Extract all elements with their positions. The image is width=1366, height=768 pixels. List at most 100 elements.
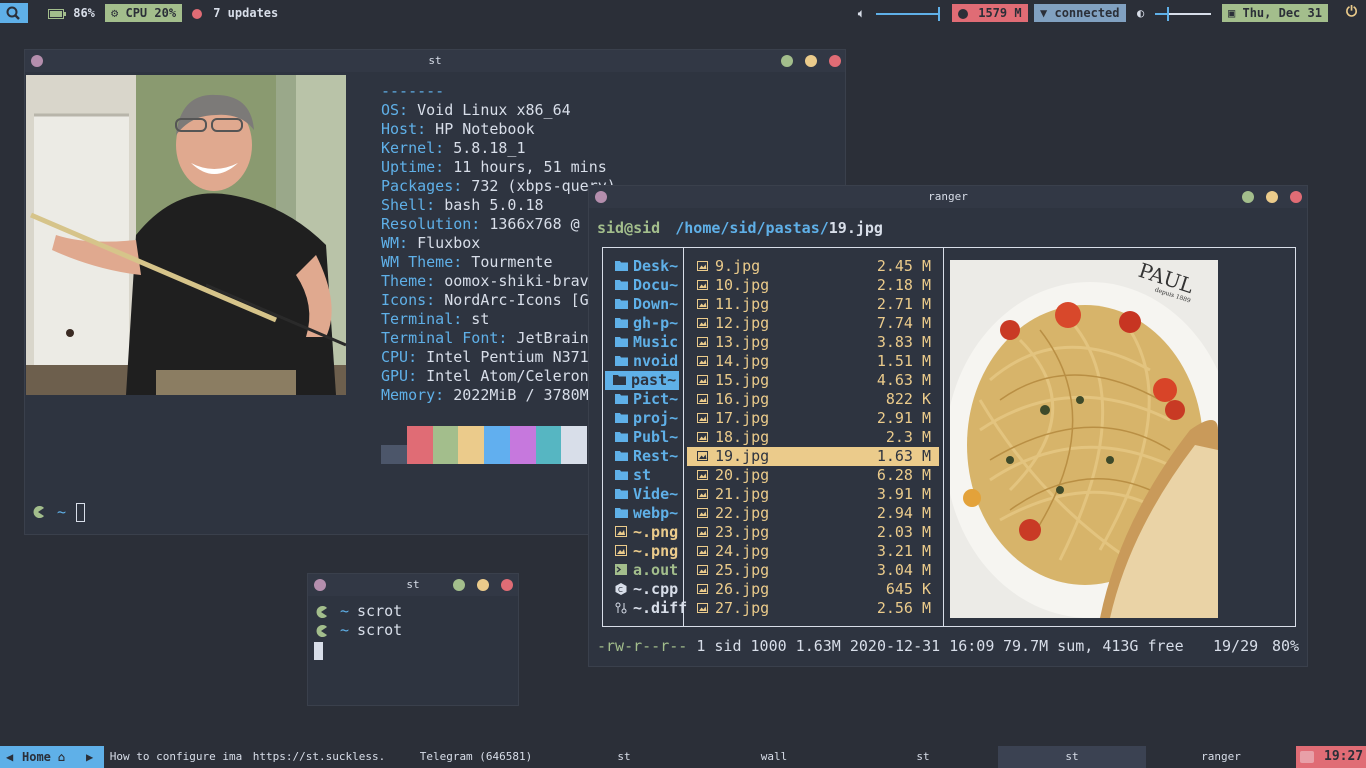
directory-item[interactable]: C ~.cpp xyxy=(607,580,679,599)
search-button[interactable] xyxy=(0,3,28,23)
file-item[interactable]: 19.jpg 1.63 M xyxy=(687,447,939,466)
date-indicator[interactable]: ▣ Thu, Dec 31 xyxy=(1222,4,1328,22)
minimize-button[interactable] xyxy=(1266,191,1278,203)
directory-item[interactable]: Desk~ xyxy=(607,257,679,276)
file-item[interactable]: 16.jpg 822 K xyxy=(687,390,939,409)
directory-item[interactable]: nvoid xyxy=(607,352,679,371)
directory-item[interactable]: st xyxy=(607,466,679,485)
ranger-window[interactable]: ranger sid@sid /home/sid/pastas/19.jpg D… xyxy=(588,185,1308,667)
small-terminal-window[interactable]: st ~ scrot ~ scrot xyxy=(307,573,519,706)
volume-control[interactable]: 🔈︎ xyxy=(852,4,944,22)
window-titlebar[interactable]: ranger xyxy=(589,186,1307,208)
updates-indicator[interactable]: 7 updates xyxy=(186,4,284,22)
directory-name: Rest~ xyxy=(633,447,679,465)
prompt-path: ~ xyxy=(340,602,350,620)
image-file-icon xyxy=(697,413,708,423)
directory-item[interactable]: past~ xyxy=(605,371,679,390)
tray-icon xyxy=(1300,751,1314,763)
taskbar-task[interactable]: https://st.suckless. xyxy=(252,746,386,768)
image-file-icon xyxy=(697,546,708,556)
file-item[interactable]: 27.jpg 2.56 M xyxy=(687,599,939,618)
info-key: Resolution: xyxy=(381,215,481,233)
directory-name: Docu~ xyxy=(633,276,679,294)
prev-workspace-icon[interactable]: ◀ xyxy=(6,746,13,768)
battery-indicator[interactable]: 86% xyxy=(42,4,101,22)
maximize-button[interactable] xyxy=(1242,191,1254,203)
prompt-path: ~ xyxy=(57,502,67,521)
window-menu-button[interactable] xyxy=(31,55,43,67)
directory-item[interactable]: Vide~ xyxy=(607,485,679,504)
file-item[interactable]: 11.jpg 2.71 M xyxy=(687,295,939,314)
taskbar-task[interactable]: ranger xyxy=(1146,746,1296,768)
date-label: Thu, Dec 31 xyxy=(1242,6,1322,20)
clock[interactable]: 19:27 xyxy=(1296,746,1366,768)
cpu-indicator[interactable]: ⚙ CPU 20% xyxy=(105,4,183,22)
file-item[interactable]: 15.jpg 4.63 M xyxy=(687,371,939,390)
network-indicator[interactable]: ▼ connected xyxy=(1034,4,1126,22)
directory-item[interactable]: Pict~ xyxy=(607,390,679,409)
maximize-button[interactable] xyxy=(781,55,793,67)
directory-item[interactable]: Rest~ xyxy=(607,447,679,466)
prompt-path: ~ xyxy=(340,621,350,639)
close-button[interactable] xyxy=(829,55,841,67)
file-item[interactable]: 26.jpg 645 K xyxy=(687,580,939,599)
info-value: oomox-shiki-brav xyxy=(435,272,589,290)
directory-name: a.out xyxy=(633,561,679,579)
file-item[interactable]: 20.jpg 6.28 M xyxy=(687,466,939,485)
directory-item[interactable]: Docu~ xyxy=(607,276,679,295)
directory-item[interactable]: ~.png xyxy=(607,542,679,561)
file-item[interactable]: 10.jpg 2.18 M xyxy=(687,276,939,295)
info-value: Fluxbox xyxy=(408,234,481,252)
window-menu-button[interactable] xyxy=(314,579,326,591)
window-titlebar[interactable]: st xyxy=(308,574,518,596)
brightness-control[interactable]: ◐ xyxy=(1131,4,1221,22)
minimize-button[interactable] xyxy=(477,579,489,591)
workspace-switcher[interactable]: ◀ Home ⌂ ▶ xyxy=(0,746,104,768)
close-button[interactable] xyxy=(501,579,513,591)
taskbar-task[interactable]: st xyxy=(548,746,700,768)
file-item[interactable]: 25.jpg 3.04 M xyxy=(687,561,939,580)
window-titlebar[interactable]: st xyxy=(25,50,845,72)
file-list[interactable]: 9.jpg 2.45 M 10.jpg 2.18 M 11.jpg 2.71 M 12.jp… xyxy=(687,257,939,618)
close-button[interactable] xyxy=(1290,191,1302,203)
directory-item[interactable]: a.out xyxy=(607,561,679,580)
brightness-slider[interactable] xyxy=(1155,6,1212,21)
taskbar-task[interactable]: Telegram (646581) xyxy=(408,746,544,768)
next-workspace-icon[interactable]: ▶ xyxy=(86,746,93,768)
directory-item[interactable]: gh-p~ xyxy=(607,314,679,333)
file-item[interactable]: 18.jpg 2.3 M xyxy=(687,428,939,447)
file-item[interactable]: 12.jpg 7.74 M xyxy=(687,314,939,333)
memory-indicator[interactable]: 1579 M xyxy=(952,4,1028,22)
file-item[interactable]: 21.jpg 3.91 M xyxy=(687,485,939,504)
file-name: 16.jpg xyxy=(715,390,770,408)
file-item[interactable]: 9.jpg 2.45 M xyxy=(687,257,939,276)
taskbar-task[interactable]: st xyxy=(848,746,998,768)
file-item[interactable]: 24.jpg 3.21 M xyxy=(687,542,939,561)
power-button[interactable]: ⏻ xyxy=(1340,3,1363,21)
taskbar-task[interactable]: st xyxy=(998,746,1146,768)
folder-icon xyxy=(615,336,628,347)
palette-swatch xyxy=(458,426,484,464)
file-item[interactable]: 14.jpg 1.51 M xyxy=(687,352,939,371)
window-menu-button[interactable] xyxy=(595,191,607,203)
parent-directory-list[interactable]: Desk~ Docu~ Down~ gh-p~ Music nvoid past~ Pict~… xyxy=(605,257,687,618)
directory-item[interactable]: proj~ xyxy=(607,409,679,428)
directory-item[interactable]: ~.diff xyxy=(607,599,687,618)
directory-name: Pict~ xyxy=(633,390,679,408)
directory-item[interactable]: ~.png xyxy=(607,523,679,542)
directory-item[interactable]: Music xyxy=(607,333,679,352)
file-item[interactable]: 22.jpg 2.94 M xyxy=(687,504,939,523)
file-item[interactable]: 13.jpg 3.83 M xyxy=(687,333,939,352)
maximize-button[interactable] xyxy=(453,579,465,591)
directory-item[interactable]: webp~ xyxy=(607,504,679,523)
directory-item[interactable]: Down~ xyxy=(607,295,679,314)
taskbar-task[interactable]: How to configure ima xyxy=(104,746,248,768)
file-item[interactable]: 23.jpg 2.03 M xyxy=(687,523,939,542)
volume-slider[interactable] xyxy=(875,6,940,21)
file-name: 22.jpg xyxy=(715,504,770,522)
taskbar-task[interactable]: wall xyxy=(700,746,848,768)
file-item[interactable]: 17.jpg 2.91 M xyxy=(687,409,939,428)
directory-item[interactable]: Publ~ xyxy=(607,428,679,447)
minimize-button[interactable] xyxy=(805,55,817,67)
shell-prompt[interactable]: ~ xyxy=(31,502,86,522)
